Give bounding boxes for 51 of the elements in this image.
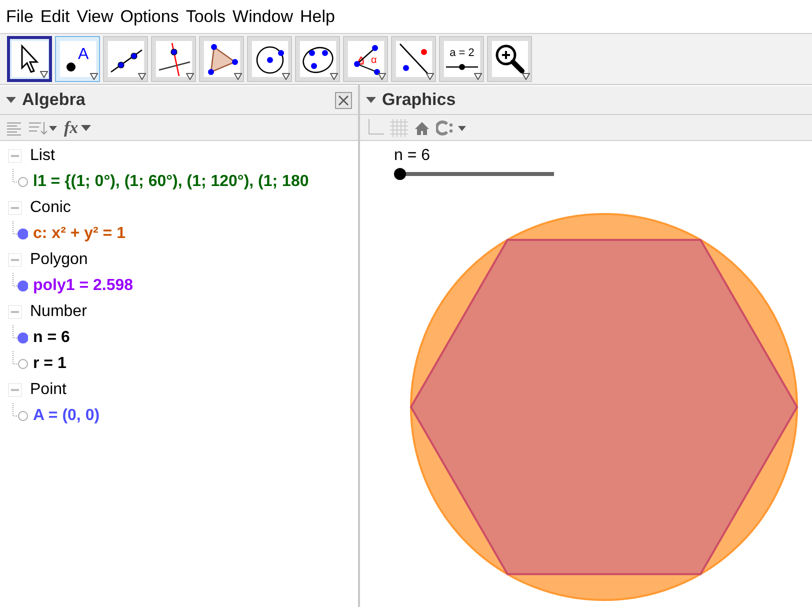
dropdown-triangle-icon <box>474 73 482 80</box>
dropdown-triangle-icon <box>426 73 434 80</box>
visibility-dot[interactable] <box>18 177 28 187</box>
dropdown-triangle-icon <box>282 73 290 80</box>
slider-thumb[interactable] <box>394 168 406 180</box>
group-label: List <box>30 147 55 165</box>
menu-item[interactable]: View <box>76 6 114 26</box>
dropdown-triangle-icon <box>378 73 386 80</box>
algebra-item[interactable]: A = (0, 0) <box>33 407 100 425</box>
collapse-caret-icon <box>6 97 16 103</box>
panel-title: Algebra <box>22 90 86 110</box>
dropdown-triangle-icon <box>234 73 242 80</box>
reflect-line-icon <box>396 42 430 76</box>
dropdown-triangle-icon <box>138 73 146 80</box>
collapse-caret-icon <box>366 97 376 103</box>
menu-item[interactable]: Help <box>300 6 335 26</box>
algebra-item[interactable]: l1 = {(1; 0°), (1; 60°), (1; 120°), (1; 180 <box>33 173 309 191</box>
menu-item[interactable]: Options <box>120 6 179 26</box>
algebra-item[interactable]: r = 1 <box>33 355 66 373</box>
visibility-dot[interactable] <box>18 359 28 369</box>
tool-button[interactable] <box>7 36 52 82</box>
dropdown-triangle-icon <box>330 73 338 80</box>
panel-title: Graphics <box>382 90 456 110</box>
group-label: Point <box>30 381 66 399</box>
home-icon[interactable] <box>414 120 430 136</box>
tool-button[interactable]: α <box>343 36 388 82</box>
sort-icon[interactable] <box>28 120 58 136</box>
caret-icon <box>81 124 92 130</box>
algebra-item[interactable]: c: x² + y² = 1 <box>33 225 126 243</box>
tool-button[interactable]: a = 2 <box>439 36 484 82</box>
perpendicular-line-icon <box>156 42 190 76</box>
menu-item[interactable]: Edit <box>40 6 70 26</box>
group-label: Number <box>30 303 87 321</box>
algebra-item[interactable]: poly1 = 2.598 <box>33 277 134 295</box>
dropdown-triangle-icon <box>522 73 530 80</box>
tool-button[interactable]: A <box>55 36 100 82</box>
align-icon[interactable] <box>6 120 22 136</box>
menu-item[interactable]: Tools <box>186 6 226 26</box>
visibility-dot[interactable] <box>18 411 28 421</box>
group-label: Polygon <box>30 251 88 269</box>
input-function-button[interactable]: fx <box>64 118 92 138</box>
dropdown-triangle-icon <box>186 73 194 80</box>
close-icon[interactable] <box>335 92 352 108</box>
menu-item[interactable]: File <box>6 6 34 26</box>
group-label: Conic <box>30 199 71 217</box>
point-capture-icon[interactable] <box>436 120 468 136</box>
algebra-item[interactable]: n = 6 <box>33 329 70 347</box>
dropdown-triangle-icon <box>40 71 48 78</box>
dropdown-triangle-icon <box>90 73 98 80</box>
slider-label: n = 6 <box>394 147 430 165</box>
menu-item[interactable]: Window <box>232 6 293 26</box>
